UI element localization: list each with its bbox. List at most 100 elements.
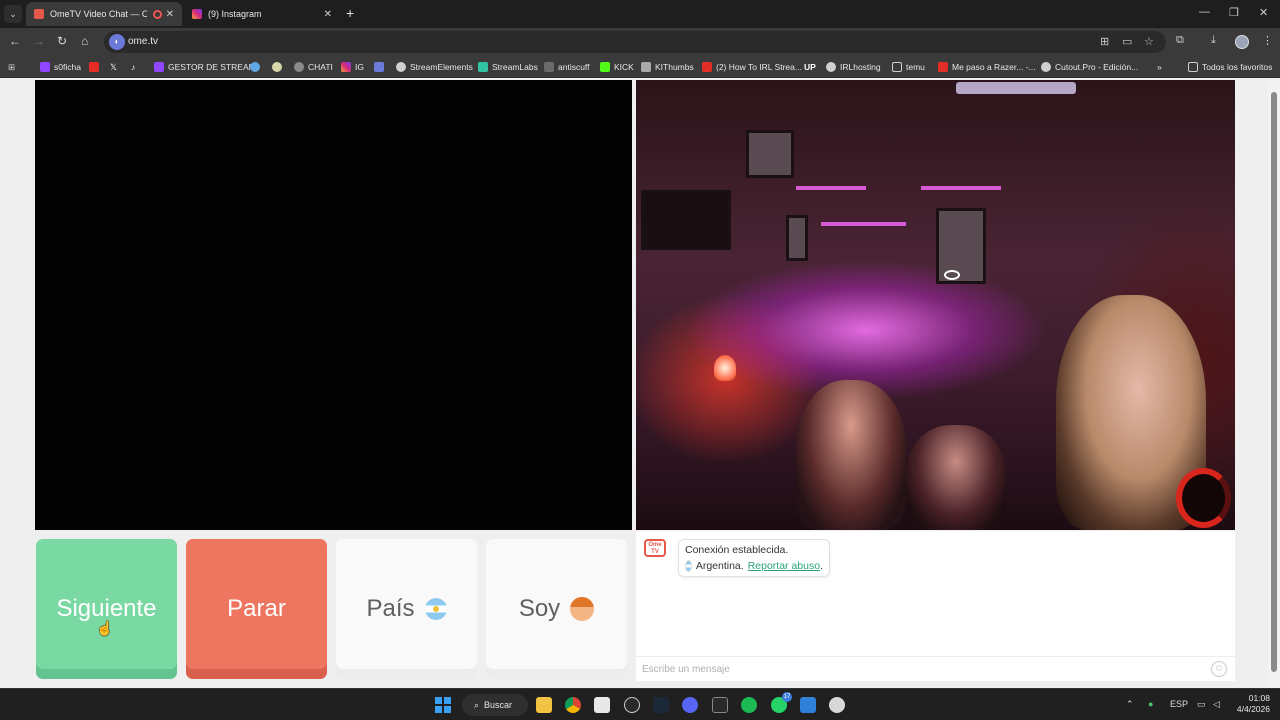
tiktok-icon: ♪: [131, 62, 136, 72]
apps-grid-icon[interactable]: ⊞: [8, 60, 15, 74]
bookmark-blank-1[interactable]: [250, 60, 264, 74]
report-abuse-link[interactable]: Reportar abuso: [748, 560, 820, 572]
cutout-app-icon[interactable]: [829, 697, 845, 713]
restore-icon[interactable]: ❐: [1229, 6, 1239, 19]
tray-overflow-icon[interactable]: ⌃: [1126, 699, 1134, 710]
windows-start-icon[interactable]: [435, 697, 451, 713]
gender-button[interactable]: Soy: [486, 539, 627, 679]
reload-icon[interactable]: ↻: [57, 34, 67, 48]
country-button[interactable]: País: [336, 539, 477, 679]
download-icon[interactable]: ⤓: [1211, 34, 1216, 47]
bookmark-antiscuff[interactable]: antiscuff: [544, 60, 590, 74]
emoji-icon[interactable]: ☺: [1211, 661, 1227, 677]
forward-icon[interactable]: →: [33, 34, 45, 48]
streamlabs-icon: [478, 62, 488, 72]
spotify-icon[interactable]: [741, 697, 757, 713]
back-icon[interactable]: ←: [9, 34, 21, 48]
tab-search-icon[interactable]: ⌄: [4, 5, 22, 23]
bookmark-razer[interactable]: Me paso a Razer... -...: [938, 60, 1036, 74]
bookmark-irlhosting[interactable]: IRLhosting: [826, 60, 881, 74]
chat-panel: Ome TV Conexión establecida. Argentina. …: [636, 531, 1235, 681]
bookmark-s0ficha[interactable]: s0ficha: [40, 60, 81, 74]
star-icon[interactable]: ☆: [1144, 35, 1154, 48]
bookmarks-overflow[interactable]: »: [1157, 60, 1162, 74]
bracket-icon: [544, 62, 554, 72]
obs-icon[interactable]: [624, 697, 640, 713]
bookmark-kick[interactable]: KICK: [600, 60, 634, 74]
bookmark-all-favorites[interactable]: Todos los favoritos: [1188, 60, 1272, 74]
gender-button-label: Soy: [518, 595, 561, 622]
file-explorer-icon[interactable]: [536, 697, 552, 713]
bookmark-ig[interactable]: IG: [341, 60, 364, 74]
wall-frame: [786, 215, 808, 261]
ometv-page: Siguiente Parar País Soy ☝ Ome TV Conexi…: [0, 78, 1280, 688]
chart-icon: [374, 62, 384, 72]
system-clock[interactable]: 01:08 4/4/2026: [1232, 693, 1270, 715]
wall-shelf: [921, 186, 1001, 190]
address-bar[interactable]: ◐ ome.tv ⊞ ▭ ☆: [104, 31, 1166, 53]
bookmark-up[interactable]: UP: [804, 60, 816, 74]
partner-country: Argentina.: [695, 560, 744, 572]
bookmark-kithumbs[interactable]: KIThumbs: [641, 60, 694, 74]
microphone-icon[interactable]: ●: [1148, 699, 1153, 709]
cutout-icon: [1041, 62, 1051, 72]
close-tab-icon[interactable]: ✕: [162, 9, 174, 20]
bookmark-irl-stream[interactable]: (2) How To IRL Strea...: [702, 60, 802, 74]
self-video: [35, 80, 632, 530]
bookmark-x[interactable]: 𝕏: [110, 60, 117, 74]
cast-icon[interactable]: ▭: [1122, 35, 1132, 48]
argentina-flag-icon: [685, 560, 692, 572]
discord-icon[interactable]: [682, 697, 698, 713]
person: [796, 380, 906, 530]
vscode-icon[interactable]: [800, 697, 816, 713]
bookmark-tiktok[interactable]: ♪: [131, 60, 135, 74]
kick-icon: [600, 62, 610, 72]
close-window-icon[interactable]: ✕: [1259, 6, 1268, 19]
new-tab-icon[interactable]: +: [346, 5, 354, 21]
globe-icon: [250, 62, 260, 72]
language-indicator[interactable]: ESP: [1170, 699, 1188, 709]
hand-cursor-icon: ☝: [96, 620, 114, 636]
message-input[interactable]: [642, 662, 1202, 677]
bookmark-cutout[interactable]: Cutout.Pro - Edición...: [1041, 60, 1138, 74]
epic-games-icon[interactable]: [712, 697, 728, 713]
translate-icon[interactable]: ⊞: [1100, 35, 1109, 48]
menu-icon[interactable]: ⋮: [1262, 34, 1273, 47]
extensions-icon[interactable]: ⧉: [1176, 34, 1184, 47]
bookmark-gestor-de-stream[interactable]: GESTOR DE STREAM: [154, 60, 256, 74]
bookmark-streamelements[interactable]: StreamElements: [396, 60, 473, 74]
bookmark-chati[interactable]: CHATI: [294, 60, 333, 74]
next-button[interactable]: Siguiente: [36, 539, 177, 679]
search-icon: ⌕: [474, 699, 480, 710]
home-icon[interactable]: ⌂: [81, 34, 88, 48]
bookmark-temu[interactable]: temu: [892, 60, 925, 74]
bookmark-streamlabs[interactable]: StreamLabs: [478, 60, 538, 74]
bookmark-blank-2[interactable]: [272, 60, 286, 74]
taskbar-search-label: Buscar: [484, 700, 513, 710]
argentina-flag-icon: [424, 598, 447, 620]
profile-avatar[interactable]: [1235, 35, 1249, 49]
boy-emoji-icon: [570, 597, 595, 621]
close-tab-icon[interactable]: ✕: [320, 9, 332, 20]
twitch-icon: [154, 62, 164, 72]
stop-button[interactable]: Parar: [186, 539, 327, 679]
chrome-icon[interactable]: [565, 697, 581, 713]
page-scrollbar[interactable]: [1268, 80, 1280, 688]
network-icon[interactable]: ▭: [1197, 699, 1206, 710]
bookmark-chart[interactable]: [374, 60, 388, 74]
bookmarks-bar: ⊞ s0ficha 𝕏 ♪ GESTOR DE STREAM CHATI IG …: [0, 56, 1280, 78]
minimize-icon[interactable]: —: [1199, 6, 1210, 18]
taskbar-search[interactable]: ⌕ Buscar: [462, 694, 528, 716]
steam-icon[interactable]: [653, 697, 669, 713]
connection-status: Conexión establecida.: [685, 544, 789, 556]
tab-ometv[interactable]: OmeTV Video Chat — Ome ✕: [26, 2, 182, 26]
volume-icon[interactable]: ◁: [1213, 699, 1220, 710]
tab-instagram[interactable]: (9) Instagram ✕: [184, 2, 340, 26]
bookmark-youtube[interactable]: [89, 60, 103, 74]
clock-date: 4/4/2026: [1236, 704, 1270, 714]
capcut-icon[interactable]: [594, 697, 610, 713]
youtube-icon: [89, 62, 99, 72]
system-message: Conexión establecida. Argentina. Reporta…: [678, 539, 830, 577]
site-info-icon[interactable]: ◐: [109, 34, 125, 50]
scrollbar-thumb[interactable]: [1271, 92, 1277, 672]
